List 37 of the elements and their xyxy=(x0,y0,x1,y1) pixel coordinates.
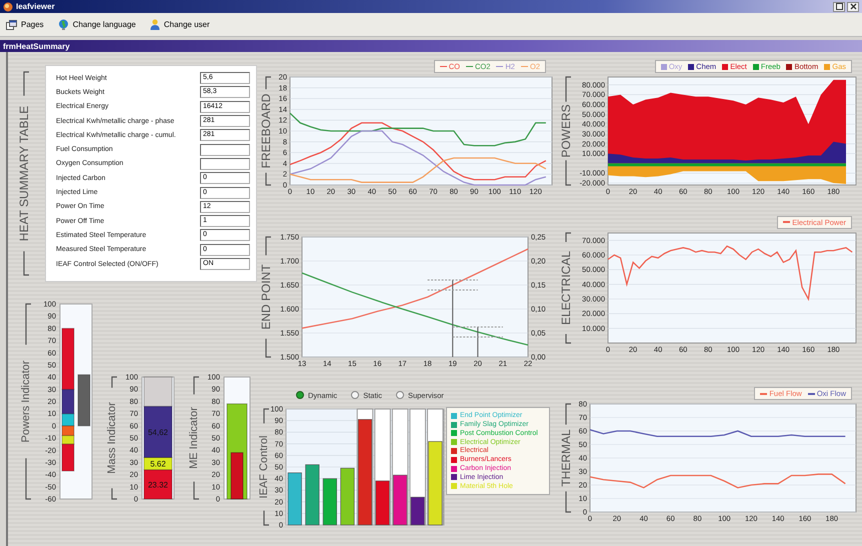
chart-title: END POINT xyxy=(259,264,273,330)
chart-title: FREEBOARD xyxy=(259,94,273,168)
menu-item[interactable]: Change language xyxy=(56,18,138,31)
bar xyxy=(393,475,408,526)
value-field[interactable] xyxy=(200,144,250,156)
maximize-icon xyxy=(836,3,842,10)
chart-title: THERMAL xyxy=(559,430,573,487)
bar xyxy=(410,497,425,526)
user-icon xyxy=(150,19,160,30)
app-icon xyxy=(3,2,13,12)
bar-segment xyxy=(78,374,90,426)
value-field[interactable] xyxy=(200,158,250,170)
chart-title: Powers Indicator xyxy=(20,360,32,442)
maximize-button[interactable] xyxy=(833,2,845,12)
bar xyxy=(322,478,337,526)
chart-title: ELECTRICAL xyxy=(559,250,573,325)
bar-value-label: 54,62 xyxy=(148,428,168,437)
bar-value-label: 5.62 xyxy=(150,460,166,469)
menu-item[interactable]: Pages xyxy=(4,18,46,30)
bar xyxy=(340,468,355,526)
chart-title: IEAF Control xyxy=(258,436,270,499)
form-title: frmHeatSummary xyxy=(3,42,70,50)
window-title: Ieafviewer xyxy=(16,2,55,11)
bar-segment xyxy=(62,425,74,436)
chart-title: Mass Indicator xyxy=(106,402,118,474)
meter-title: ME Indicator xyxy=(188,407,200,469)
menu-item[interactable]: Change user xyxy=(148,18,212,31)
bar-value-label: 23.32 xyxy=(148,480,168,490)
pages-icon xyxy=(6,20,17,30)
globe-icon xyxy=(58,19,69,30)
bar xyxy=(305,464,320,526)
table-title: HEAT SUMMARY TABLE xyxy=(17,106,31,242)
bar xyxy=(375,480,390,526)
close-icon xyxy=(850,3,856,10)
chart-title: POWERS xyxy=(559,104,573,158)
close-button[interactable] xyxy=(847,2,859,12)
bar xyxy=(288,472,302,526)
